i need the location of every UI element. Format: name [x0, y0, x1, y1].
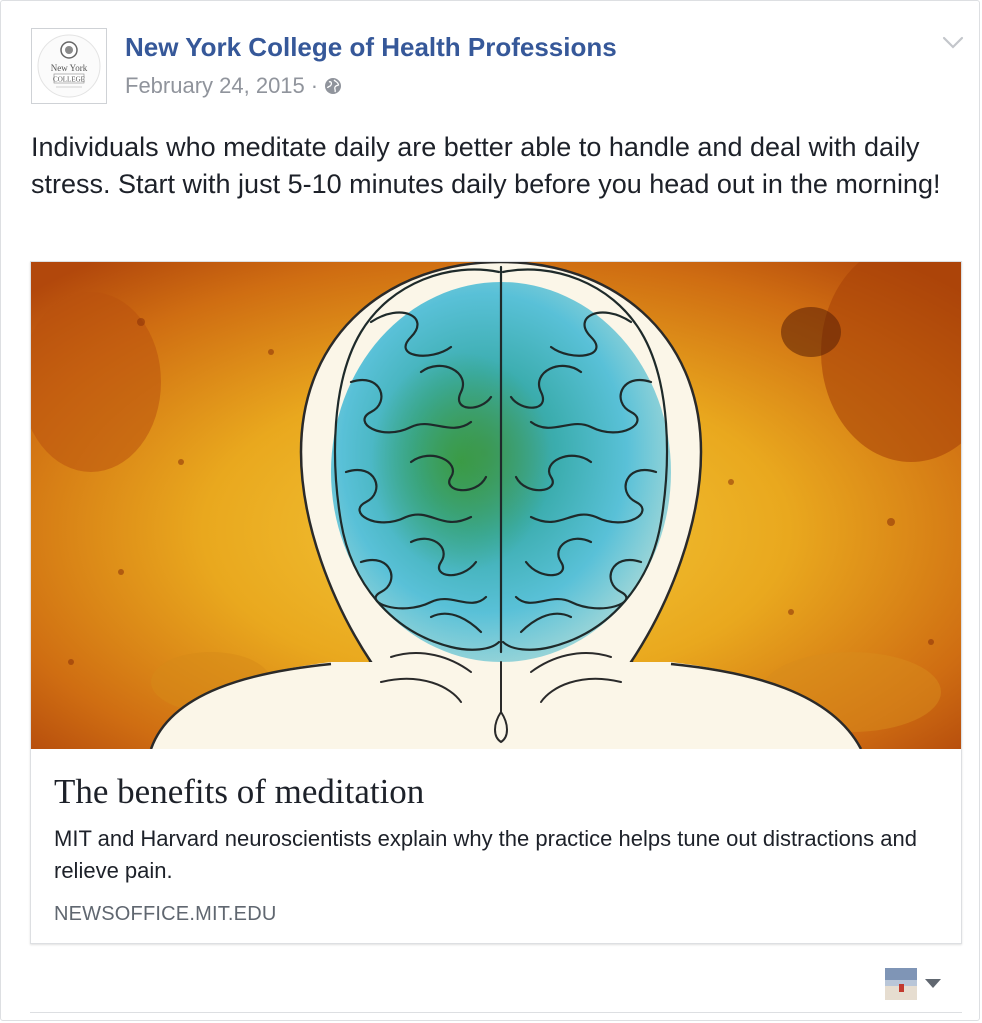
- post-card: New York COLLEGE New York College of Hea…: [0, 0, 980, 1021]
- post-message: Individuals who meditate daily are bette…: [31, 132, 941, 199]
- globe-icon[interactable]: [324, 77, 342, 95]
- post-meta: February 24, 2015 ·: [125, 73, 342, 99]
- link-description: MIT and Harvard neuroscientists explain …: [54, 826, 917, 883]
- post-date-link[interactable]: February 24, 2015: [125, 73, 305, 99]
- link-title[interactable]: The benefits of meditation: [54, 772, 424, 812]
- svg-text:New York: New York: [51, 63, 88, 73]
- link-preview-image[interactable]: [31, 262, 961, 749]
- caret-down-icon: [925, 979, 941, 988]
- link-domain: NEWSOFFICE.MIT.EDU: [54, 903, 277, 925]
- meta-separator: ·: [310, 73, 319, 98]
- meditation-brain-illustration: [31, 262, 961, 749]
- page-name-link[interactable]: New York College of Health Professions: [125, 32, 617, 63]
- audience-selector[interactable]: [885, 968, 941, 1000]
- college-seal-logo: New York COLLEGE: [37, 34, 101, 98]
- post-options-chevron-down-icon[interactable]: [937, 31, 969, 55]
- page-avatar[interactable]: New York COLLEGE: [31, 28, 107, 104]
- svg-text:COLLEGE: COLLEGE: [53, 76, 85, 84]
- link-preview-card[interactable]: The benefits of meditation MIT and Harva…: [30, 261, 962, 944]
- footer-divider: [30, 1012, 962, 1013]
- profile-thumbnail-icon: [885, 968, 917, 1000]
